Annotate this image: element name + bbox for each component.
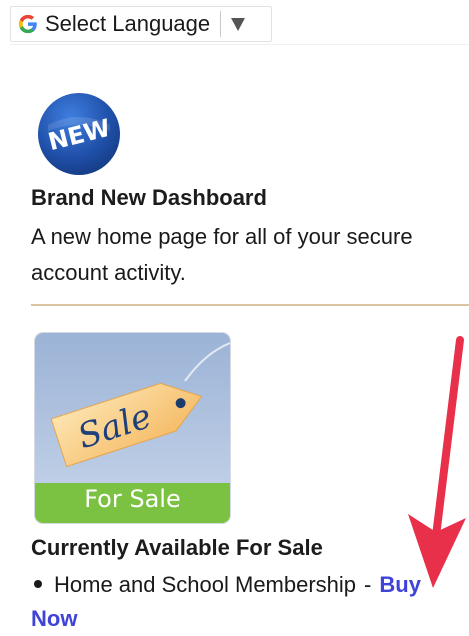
header-rule xyxy=(10,44,469,45)
google-g-icon xyxy=(18,14,37,34)
new-badge-icon: NEW xyxy=(38,93,120,175)
section-title: Currently Available For Sale xyxy=(31,535,323,560)
language-select-label: Select Language xyxy=(45,11,211,36)
section-divider xyxy=(31,304,469,306)
bullet-icon xyxy=(34,580,42,589)
feature-title: Brand New Dashboard xyxy=(31,185,267,210)
triangle-down-icon[interactable] xyxy=(229,15,247,33)
list-item-separator: - xyxy=(364,572,372,597)
language-select[interactable]: Select Language xyxy=(10,6,272,42)
select-separator xyxy=(220,11,222,37)
list-item-label: Home and School Membership xyxy=(54,572,357,597)
annotation-arrow-icon xyxy=(408,336,466,588)
for-sale-banner: For Sale xyxy=(84,485,181,513)
sale-image[interactable]: Sale For Sale xyxy=(35,333,230,523)
feature-description: A new home page for all of your secure a… xyxy=(31,224,413,285)
